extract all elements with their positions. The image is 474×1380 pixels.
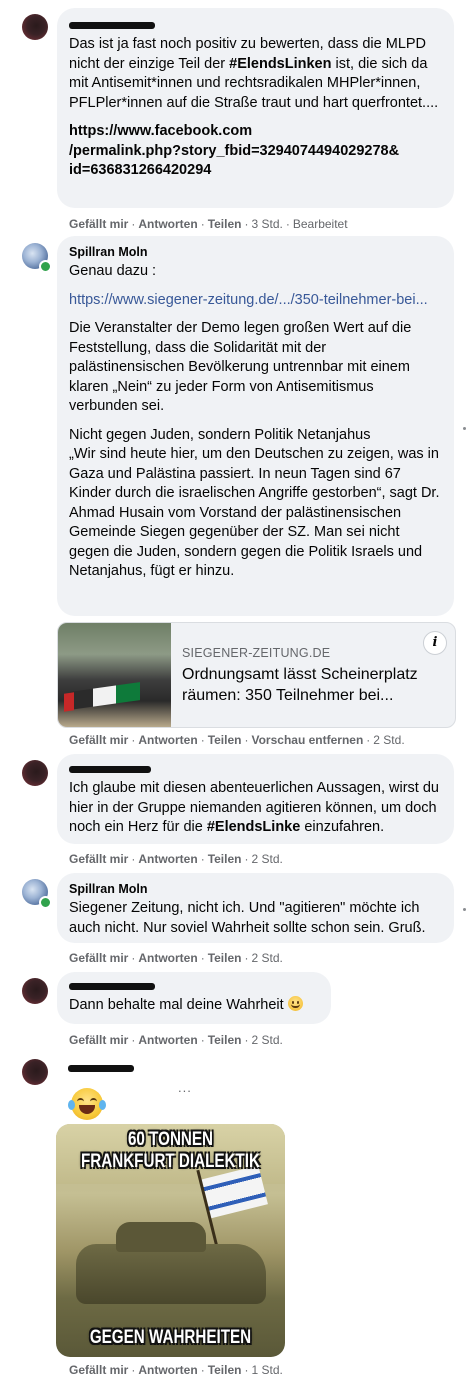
- reply-action[interactable]: Antworten: [138, 733, 197, 747]
- reply-action[interactable]: Antworten: [138, 951, 197, 965]
- redacted-author-name: [69, 766, 151, 773]
- meme-image[interactable]: 60 TONNEN FRANKFURT DIALEKTIK GEGEN WAHR…: [56, 1124, 285, 1357]
- online-status-dot: [39, 260, 52, 273]
- comment-actions: Gefällt mir · Antworten · Teilen · 2 Std.: [69, 1033, 283, 1047]
- share-action[interactable]: Teilen: [208, 733, 242, 747]
- comment-actions: Gefällt mir · Antworten · Teilen · Vorschau en…: [69, 733, 405, 747]
- smiling-face-emoji: [287, 996, 303, 1011]
- reply-action[interactable]: Antworten: [138, 217, 197, 231]
- reply-action[interactable]: Antworten: [138, 1363, 197, 1377]
- hashtag-link[interactable]: #ElendsLinken: [229, 56, 331, 72]
- timestamp[interactable]: 3 Std.: [251, 217, 282, 231]
- comment-actions: Gefällt mir · Antworten · Teilen · 3 Std. · Bear…: [69, 217, 348, 231]
- avatar[interactable]: [22, 760, 48, 786]
- preview-title: Ordnungsamt lässt Scheinerplatz räumen: …: [182, 666, 418, 704]
- redacted-author-name: [69, 983, 155, 990]
- comment-text: Ich glaube mit diesen abenteuerlichen Au…: [69, 780, 439, 835]
- like-action[interactable]: Gefällt mir: [69, 1363, 128, 1377]
- info-icon[interactable]: i: [423, 631, 447, 655]
- comment-paragraph: Nicht gegen Juden, sondern Politik Netan…: [69, 426, 440, 580]
- timestamp[interactable]: 2 Std.: [373, 733, 404, 747]
- link-preview-card[interactable]: SIEGENER-ZEITUNG.DE Ordnungsamt lässt Sc…: [57, 622, 456, 728]
- avatar[interactable]: [22, 1059, 48, 1085]
- timestamp[interactable]: 2 Std.: [251, 852, 282, 866]
- comment-text: Dann behalte mal deine Wahrheit: [69, 996, 319, 1016]
- comment-link[interactable]: https://www.facebook.com /permalink.php?…: [69, 122, 442, 181]
- tears-of-joy-emoji: [68, 1088, 106, 1120]
- comment-text: Das ist ja fast noch positiv zu bewerten…: [69, 35, 442, 113]
- comment-bubble: Ich glaube mit diesen abenteuerlichen Au…: [57, 754, 454, 844]
- like-action[interactable]: Gefällt mir: [69, 217, 128, 231]
- meme-caption-top-2: FRANKFURT DIALEKTIK: [80, 1151, 260, 1172]
- like-action[interactable]: Gefällt mir: [69, 852, 128, 866]
- like-action[interactable]: Gefällt mir: [69, 951, 128, 965]
- comment-paragraph: Die Veranstalter der Demo legen großen W…: [69, 320, 412, 414]
- tank-image: [76, 1244, 266, 1304]
- comment-actions: Gefällt mir · Antworten · Teilen · 2 Std.: [69, 852, 283, 866]
- reply-action[interactable]: Antworten: [138, 1033, 197, 1047]
- timestamp[interactable]: 2 Std.: [251, 1033, 282, 1047]
- comment-author[interactable]: Spillran Moln: [69, 881, 442, 897]
- meme-caption-bottom: GEGEN WAHRHEITEN: [89, 1327, 252, 1348]
- avatar[interactable]: [22, 14, 48, 40]
- meme-caption-top: 60 TONNEN: [127, 1129, 214, 1150]
- more-options-icon[interactable]: ...: [178, 1080, 192, 1095]
- article-link[interactable]: https://www.siegener-zeitung.de/.../350-…: [69, 291, 442, 311]
- timestamp[interactable]: 2 Std.: [251, 951, 282, 965]
- redacted-author-name: [69, 22, 155, 29]
- comment-bubble: Spillran Moln Siegener Zeitung, nicht ic…: [57, 873, 454, 943]
- avatar[interactable]: [22, 978, 48, 1004]
- share-action[interactable]: Teilen: [208, 1363, 242, 1377]
- redacted-author-name: [68, 1065, 134, 1072]
- comment-author[interactable]: Spillran Moln: [69, 244, 442, 260]
- like-action[interactable]: Gefällt mir: [69, 1033, 128, 1047]
- comment-text: Siegener Zeitung, nicht ich. Und "agitie…: [69, 900, 426, 936]
- comment-bubble: Dann behalte mal deine Wahrheit: [57, 972, 331, 1024]
- edited-label: Bearbeitet: [292, 217, 348, 231]
- like-action[interactable]: Gefällt mir: [69, 733, 128, 747]
- comment-bubble: Spillran Moln Genau dazu : https://www.s…: [57, 236, 454, 616]
- reply-action[interactable]: Antworten: [138, 852, 197, 866]
- more-options-icon[interactable]: [463, 908, 466, 911]
- comment-text: Genau dazu :: [69, 263, 157, 279]
- share-action[interactable]: Teilen: [208, 217, 242, 231]
- remove-preview-action[interactable]: Vorschau entfernen: [251, 733, 363, 747]
- preview-domain: SIEGENER-ZEITUNG.DE: [182, 646, 331, 660]
- preview-image: [58, 623, 171, 727]
- share-action[interactable]: Teilen: [208, 951, 242, 965]
- online-status-dot: [39, 896, 52, 909]
- share-action[interactable]: Teilen: [208, 852, 242, 866]
- share-action[interactable]: Teilen: [208, 1033, 242, 1047]
- comment-actions: Gefällt mir · Antworten · Teilen · 2 Std.: [69, 951, 283, 965]
- more-options-icon[interactable]: [463, 427, 466, 430]
- comment-bubble: Das ist ja fast noch positiv zu bewerten…: [57, 8, 454, 208]
- comment-actions: Gefällt mir · Antworten · Teilen · 1 Std.: [69, 1363, 283, 1377]
- timestamp[interactable]: 1 Std.: [251, 1363, 282, 1377]
